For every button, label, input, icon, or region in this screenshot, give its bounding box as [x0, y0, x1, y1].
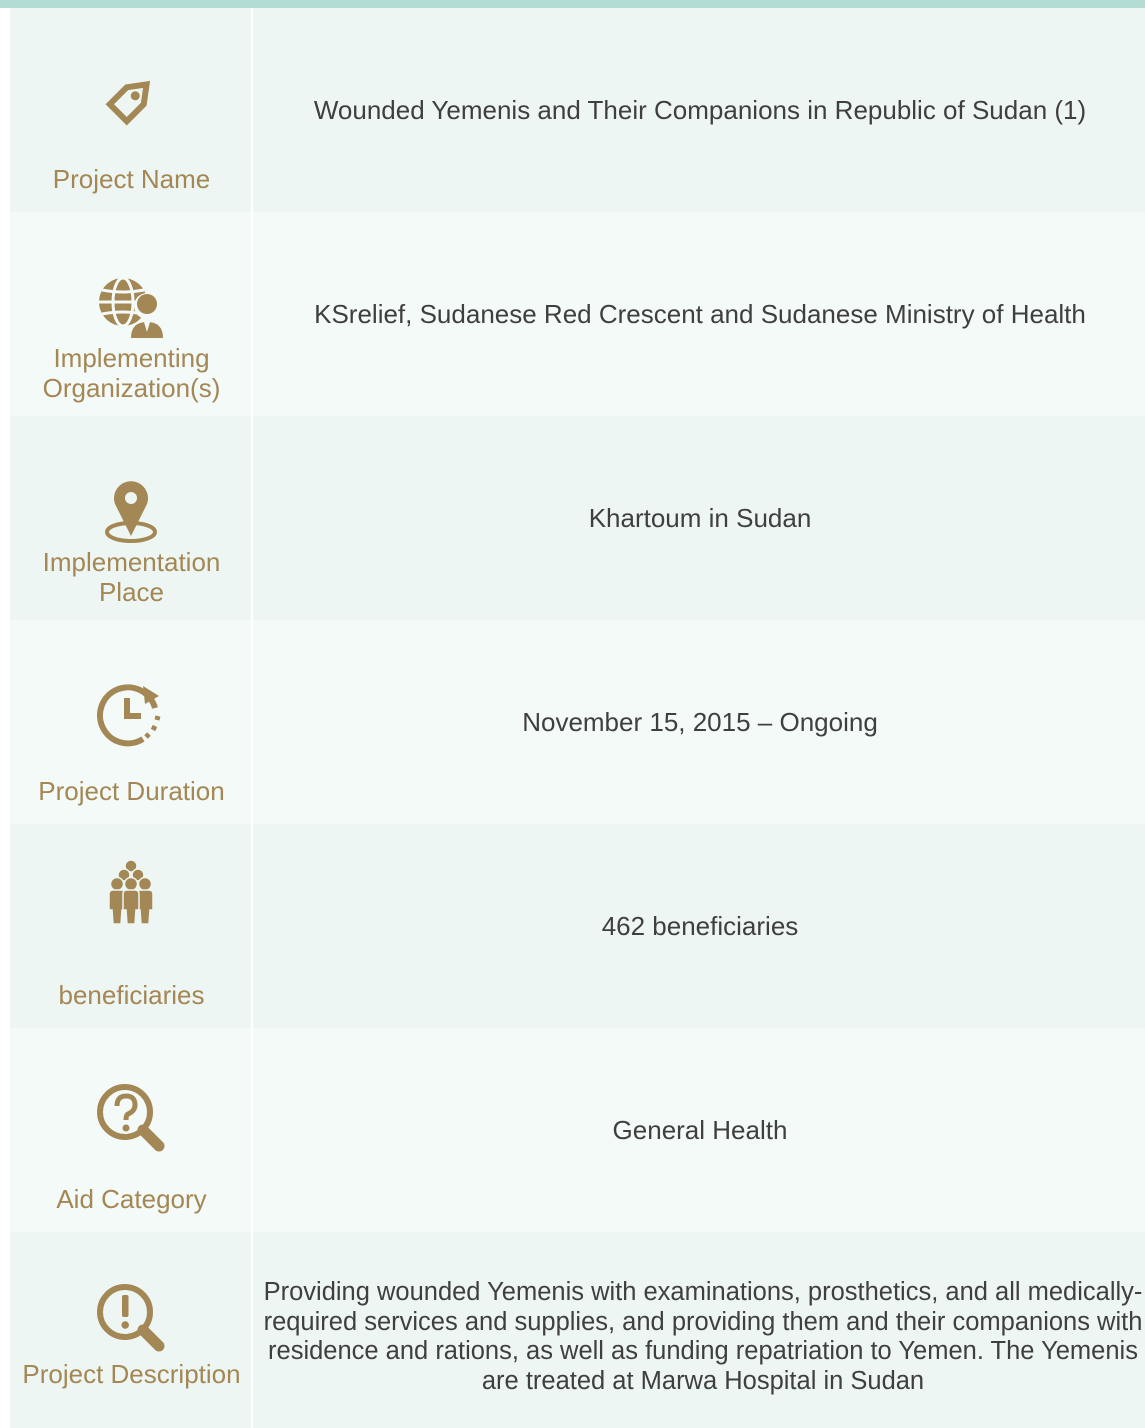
row-label: beneficiaries	[58, 980, 205, 1010]
row-project-name: Project Name Wounded Yemenis and Their C…	[10, 8, 1145, 212]
row-aid-category: Aid Category General Health	[10, 1028, 1145, 1232]
label-cell: Project Duration	[10, 620, 253, 824]
globe-person-icon	[91, 266, 171, 346]
top-accent-bar	[0, 0, 1145, 8]
row-implementation-place: Implementation Place Khartoum in Sudan	[10, 416, 1145, 620]
row-label: Implementing Organization(s)	[42, 343, 221, 403]
question-search-icon	[91, 1078, 171, 1158]
row-beneficiaries: beneficiaries 462 beneficiaries	[10, 824, 1145, 1028]
label-cell: Project Description	[10, 1232, 253, 1428]
label-cell: Implementation Place	[10, 416, 253, 620]
row-value: Khartoum in Sudan	[588, 503, 812, 533]
location-pin-icon	[91, 468, 171, 548]
exclamation-search-icon	[91, 1278, 171, 1358]
row-label: Implementation Place	[42, 547, 221, 607]
row-value: November 15, 2015 – Ongoing	[522, 707, 878, 737]
row-value: Wounded Yemenis and Their Companions in …	[313, 95, 1087, 125]
label-cell: Implementing Organization(s)	[10, 212, 253, 416]
row-implementing-organizations: Implementing Organization(s) KSrelief, S…	[10, 212, 1145, 416]
label-cell: Aid Category	[10, 1028, 253, 1232]
row-value: 462 beneficiaries	[601, 911, 799, 941]
tag-icon	[91, 60, 171, 140]
row-value: KSrelief, Sudanese Red Crescent and Suda…	[314, 299, 1086, 329]
label-cell: Project Name	[10, 8, 253, 212]
row-label: Project Duration	[38, 776, 225, 806]
label-cell: beneficiaries	[10, 824, 253, 1028]
row-label: Project Name	[52, 164, 211, 194]
row-label: Aid Category	[56, 1184, 207, 1214]
row-project-description: Project Description Providing wounded Ye…	[10, 1232, 1145, 1428]
row-value: Providing wounded Yemenis with examinati…	[263, 1278, 1143, 1395]
row-label: Project Description	[22, 1359, 241, 1389]
project-details-table: Project Name Wounded Yemenis and Their C…	[10, 8, 1145, 1428]
people-group-icon	[91, 856, 171, 936]
row-project-duration: Project Duration November 15, 2015 – Ong…	[10, 620, 1145, 824]
clock-history-icon	[91, 674, 171, 754]
row-value: General Health	[612, 1115, 788, 1145]
